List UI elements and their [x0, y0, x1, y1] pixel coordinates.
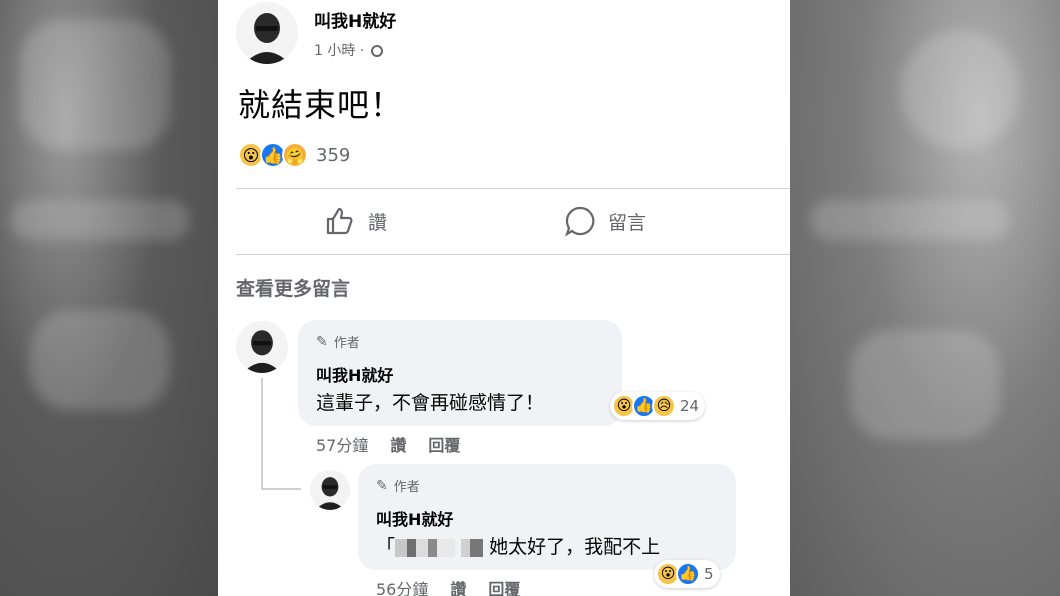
care-reaction-icon: 🤗	[282, 142, 308, 168]
blurred-background-right	[790, 0, 1060, 596]
comment-icon	[565, 206, 595, 237]
comment-like-button[interactable]: 讚	[390, 432, 406, 456]
comment-reactions[interactable]: 😮 👍 😥 24	[610, 392, 706, 420]
reply-reactions[interactable]: 😮 👍 5	[654, 560, 720, 588]
comment-author-name[interactable]: 叫我H就好	[316, 362, 393, 386]
reply-time[interactable]: 56分鐘	[376, 576, 428, 596]
censored-name-block	[395, 538, 456, 557]
thread-line	[261, 378, 263, 490]
author-badge: ✎ 作者	[376, 476, 420, 496]
facebook-post: 叫我H就好 1 小時 · 就結束吧！ 😮 👍 🤗 359 讚 留言 查看更多留言	[218, 0, 790, 596]
comment-reaction-count: 24	[680, 397, 700, 415]
view-more-comments-link[interactable]: 查看更多留言	[236, 274, 350, 301]
author-badge-label: 作者	[393, 480, 420, 495]
comment-avatar[interactable]	[236, 321, 288, 373]
thread-line	[261, 488, 301, 490]
blurred-background-left	[0, 0, 218, 596]
author-badge: ✎ 作者	[316, 332, 360, 352]
reply-avatar[interactable]	[310, 470, 350, 510]
post-timestamp[interactable]: 1 小時 ·	[314, 40, 383, 60]
comment-time[interactable]: 57分鐘	[316, 432, 368, 456]
reply-author-name[interactable]: 叫我H就好	[376, 506, 453, 530]
post-text: 就結束吧！	[238, 86, 404, 124]
comment-button[interactable]: 留言	[564, 205, 646, 237]
reaction-count: 359	[316, 144, 351, 166]
sad-reaction-icon: 😥	[652, 394, 676, 418]
like-label: 讚	[368, 211, 388, 234]
divider	[236, 188, 790, 189]
comment-label: 留言	[608, 211, 647, 234]
like-reaction-icon: 👍	[676, 562, 700, 586]
reply-reply-button[interactable]: 回覆	[488, 576, 520, 596]
author-badge-label: 作者	[333, 336, 360, 351]
reply-text-body: 她太好了，我配不上	[489, 536, 661, 558]
censored-name-block	[461, 538, 484, 557]
avatar[interactable]	[236, 2, 298, 64]
reply-like-button[interactable]: 讚	[450, 576, 466, 596]
reply-text: 「 她太好了，我配不上	[376, 532, 660, 559]
post-time: 1 小時 ·	[314, 43, 369, 59]
pen-icon: ✎	[316, 333, 328, 350]
divider	[236, 254, 790, 255]
reply-reaction-count: 5	[704, 565, 714, 583]
globe-icon	[370, 45, 383, 57]
comment-meta: 57分鐘 讚 回覆	[316, 432, 460, 456]
comment-text: 這輩子，不會再碰感情了！	[316, 392, 545, 414]
reply-text-prefix: 「	[376, 536, 396, 558]
post-author-name[interactable]: 叫我H就好	[314, 7, 396, 32]
pen-icon: ✎	[376, 477, 388, 494]
comment-reply-button[interactable]: 回覆	[428, 432, 460, 456]
reply-meta: 56分鐘 讚 回覆	[376, 576, 520, 596]
post-reactions[interactable]: 😮 👍 🤗 359	[238, 142, 350, 168]
like-button[interactable]: 讚	[324, 205, 387, 237]
thumbs-up-icon	[326, 207, 353, 235]
